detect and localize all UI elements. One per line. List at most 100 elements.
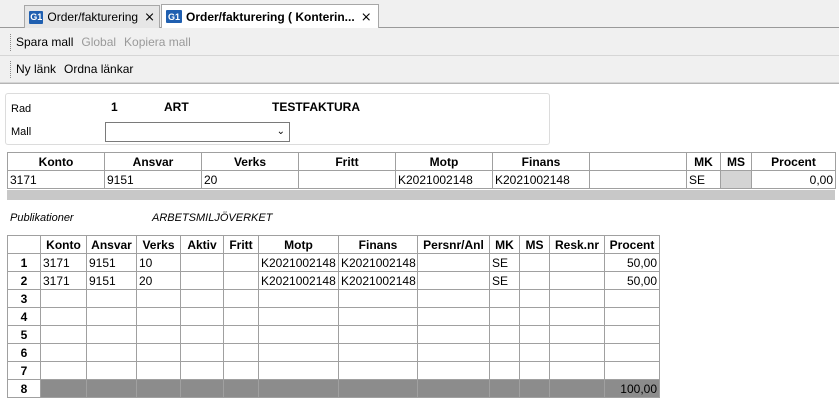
cell-konto[interactable]: 3171: [40, 253, 87, 272]
cell-ms[interactable]: [519, 361, 550, 380]
cell-verks[interactable]: 20: [201, 170, 299, 189]
cell-procent[interactable]: 50,00: [604, 271, 660, 290]
cell-mk[interactable]: SE: [489, 271, 520, 290]
cell-finans[interactable]: [338, 325, 418, 344]
col-finans[interactable]: Finans: [492, 152, 590, 171]
cell-resknr[interactable]: [549, 253, 605, 272]
cell-verks[interactable]: 20: [136, 271, 181, 290]
cell-konto[interactable]: [40, 307, 87, 326]
cell-resknr[interactable]: [549, 325, 605, 344]
cell-aktiv[interactable]: [180, 253, 224, 272]
col-verks[interactable]: Verks: [201, 152, 299, 171]
col-ansvar[interactable]: Ansvar: [104, 152, 202, 171]
cell-motp[interactable]: [258, 289, 339, 308]
cell-motp[interactable]: K2021002148: [258, 253, 339, 272]
cell-aktiv[interactable]: [180, 325, 224, 344]
cell-mk[interactable]: [489, 343, 520, 362]
cell-ansvar[interactable]: 9151: [86, 271, 137, 290]
cell-procent[interactable]: [604, 343, 660, 362]
cell-finans[interactable]: K2021002148: [338, 253, 418, 272]
cell-finans[interactable]: [338, 307, 418, 326]
cell-aktiv[interactable]: [180, 343, 224, 362]
cell-persnr[interactable]: [417, 271, 490, 290]
cell-resknr[interactable]: [549, 271, 605, 290]
cell-konto[interactable]: 3171: [40, 271, 87, 290]
row-number[interactable]: 6: [7, 343, 41, 362]
cell-finans[interactable]: [338, 361, 418, 380]
cell-persnr[interactable]: [417, 343, 490, 362]
col-persnr[interactable]: Persnr/Anl: [417, 235, 490, 254]
cell-persnr[interactable]: [417, 253, 490, 272]
cell-finans[interactable]: K2021002148: [492, 170, 590, 189]
row-number[interactable]: 2: [7, 271, 41, 290]
cell-ms[interactable]: [519, 343, 550, 362]
row-number[interactable]: 5: [7, 325, 41, 344]
cell-procent[interactable]: [604, 307, 660, 326]
row-number[interactable]: 1: [7, 253, 41, 272]
cell-motp[interactable]: [258, 325, 339, 344]
col-fritt[interactable]: Fritt: [298, 152, 396, 171]
cell-persnr[interactable]: [417, 307, 490, 326]
cell-finans[interactable]: [338, 343, 418, 362]
col-blank[interactable]: [589, 152, 687, 171]
cell-fritt[interactable]: [223, 325, 259, 344]
cell-persnr[interactable]: [417, 289, 490, 308]
cell-konto[interactable]: [40, 343, 87, 362]
cell-verks[interactable]: [136, 325, 181, 344]
cell-verks[interactable]: [136, 307, 181, 326]
cell-ansvar[interactable]: [86, 307, 137, 326]
cell-ms[interactable]: [519, 325, 550, 344]
cell-fritt[interactable]: [223, 289, 259, 308]
cell-fritt[interactable]: [298, 170, 396, 189]
cell-konto[interactable]: [40, 325, 87, 344]
col-konto[interactable]: Konto: [40, 235, 87, 254]
cell-verks[interactable]: [136, 289, 181, 308]
cell-procent[interactable]: [604, 289, 660, 308]
col-ms[interactable]: MS: [519, 235, 550, 254]
cell-ms[interactable]: [519, 307, 550, 326]
col-mk[interactable]: MK: [489, 235, 520, 254]
cell-fritt[interactable]: [223, 343, 259, 362]
cell-resknr[interactable]: [549, 307, 605, 326]
cell-ansvar[interactable]: [86, 361, 137, 380]
cell-persnr[interactable]: [417, 325, 490, 344]
cell-procent[interactable]: [604, 361, 660, 380]
cell-ansvar[interactable]: [86, 343, 137, 362]
cell-aktiv[interactable]: [180, 271, 224, 290]
cell-motp[interactable]: K2021002148: [258, 271, 339, 290]
cell-mk[interactable]: [489, 307, 520, 326]
col-motp[interactable]: Motp: [395, 152, 493, 171]
cell-fritt[interactable]: [223, 271, 259, 290]
cell-procent[interactable]: 0,00: [751, 170, 836, 189]
ordna-lankar-button[interactable]: Ordna länkar: [64, 62, 133, 76]
cell-mk[interactable]: [489, 289, 520, 308]
row-number[interactable]: 3: [7, 289, 41, 308]
cell-mk[interactable]: [489, 361, 520, 380]
cell-ansvar[interactable]: 9151: [104, 170, 202, 189]
col-konto[interactable]: Konto: [7, 152, 105, 171]
row-number[interactable]: 4: [7, 307, 41, 326]
tab-order-fakturering-kontering[interactable]: G1 Order/fakturering ( Konterin... ⨯: [161, 4, 379, 28]
cell-ansvar[interactable]: 9151: [86, 253, 137, 272]
mall-select[interactable]: ⌄: [105, 122, 290, 142]
tab-order-fakturering[interactable]: G1 Order/fakturering ⨯: [24, 5, 160, 28]
cell-ms[interactable]: [519, 271, 550, 290]
cell-resknr[interactable]: [549, 289, 605, 308]
cell-ms[interactable]: [720, 170, 752, 189]
col-procent[interactable]: Procent: [604, 235, 660, 254]
cell-motp[interactable]: [258, 307, 339, 326]
close-icon[interactable]: ⨯: [144, 9, 155, 25]
cell-blank[interactable]: [589, 170, 687, 189]
close-icon[interactable]: ⨯: [361, 9, 372, 25]
cell-aktiv[interactable]: [180, 289, 224, 308]
global-button[interactable]: Global: [81, 35, 116, 49]
cell-finans[interactable]: K2021002148: [338, 271, 418, 290]
col-aktiv[interactable]: Aktiv: [180, 235, 224, 254]
cell-resknr[interactable]: [549, 343, 605, 362]
cell-verks[interactable]: [136, 361, 181, 380]
cell-mk[interactable]: SE: [489, 253, 520, 272]
col-finans[interactable]: Finans: [338, 235, 418, 254]
cell-persnr[interactable]: [417, 361, 490, 380]
ny-lank-button[interactable]: Ny länk: [16, 62, 56, 76]
kopiera-mall-button[interactable]: Kopiera mall: [124, 35, 191, 49]
